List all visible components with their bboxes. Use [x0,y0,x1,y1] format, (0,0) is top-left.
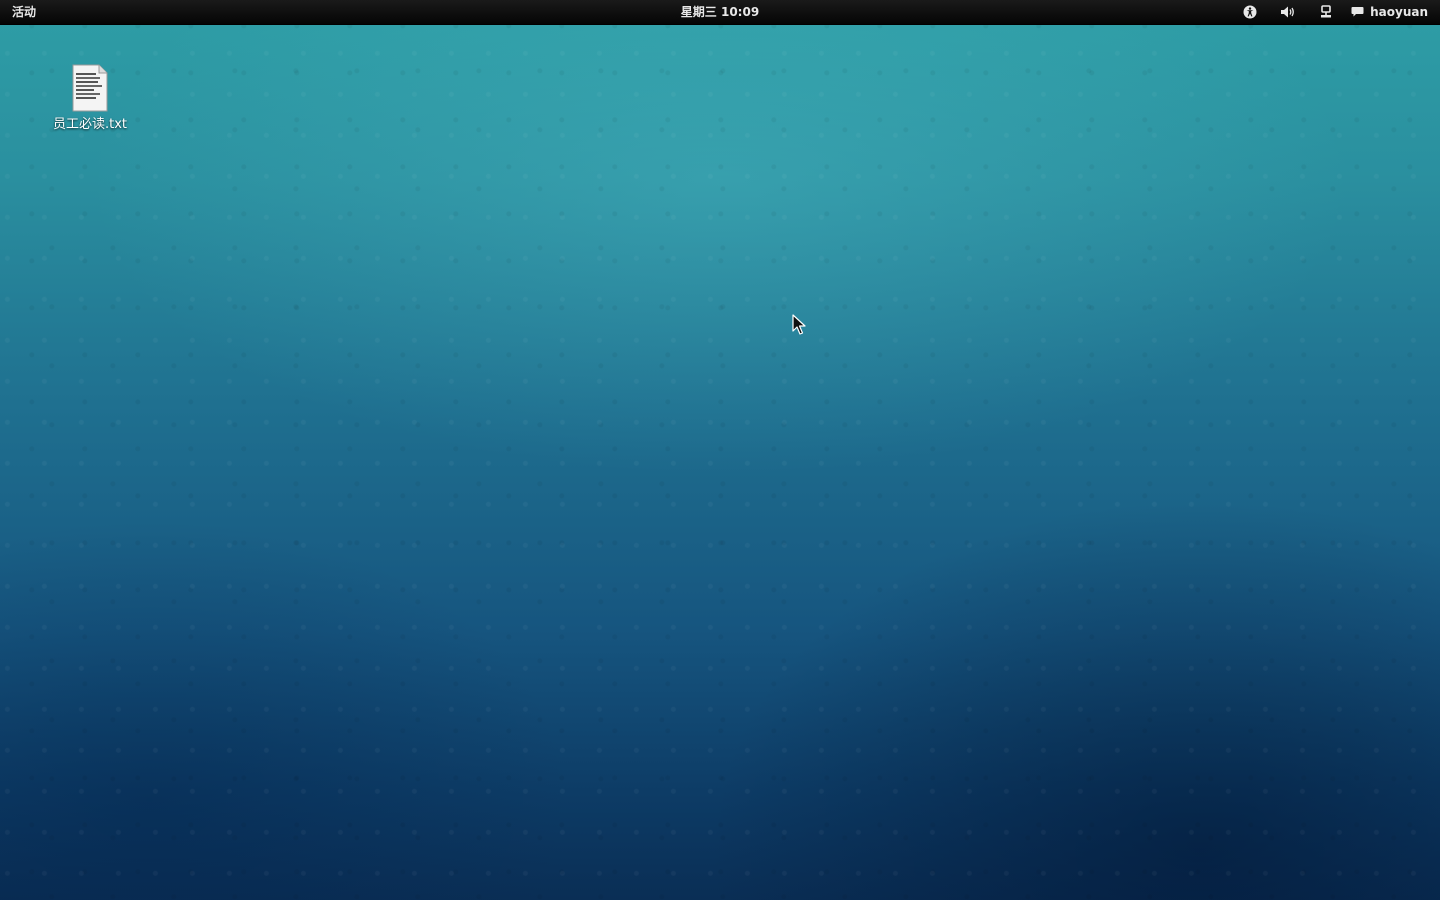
activities-button[interactable]: 活动 [12,0,36,24]
desktop-file-label: 员工必读.txt [52,117,128,132]
user-name: haoyuan [1370,5,1428,19]
network-wired-icon[interactable] [1307,0,1345,24]
user-menu[interactable]: haoyuan [1345,0,1440,24]
text-file-icon [72,64,108,112]
clock-button[interactable]: 星期三 10:09 [681,5,759,19]
clock-container: 星期三 10:09 [0,0,1440,24]
desktop[interactable]: 活动 星期三 10:09 haoyuan 员工必读.txt [0,0,1440,900]
accessibility-icon[interactable] [1231,0,1269,24]
system-tray: haoyuan [1231,0,1440,24]
top-panel: 活动 星期三 10:09 haoyuan [0,0,1440,25]
chat-bubble-icon [1351,6,1364,18]
mouse-pointer-icon [792,314,806,335]
desktop-file-item[interactable]: 员工必读.txt [40,64,140,132]
speaker-volume-icon[interactable] [1269,0,1307,24]
